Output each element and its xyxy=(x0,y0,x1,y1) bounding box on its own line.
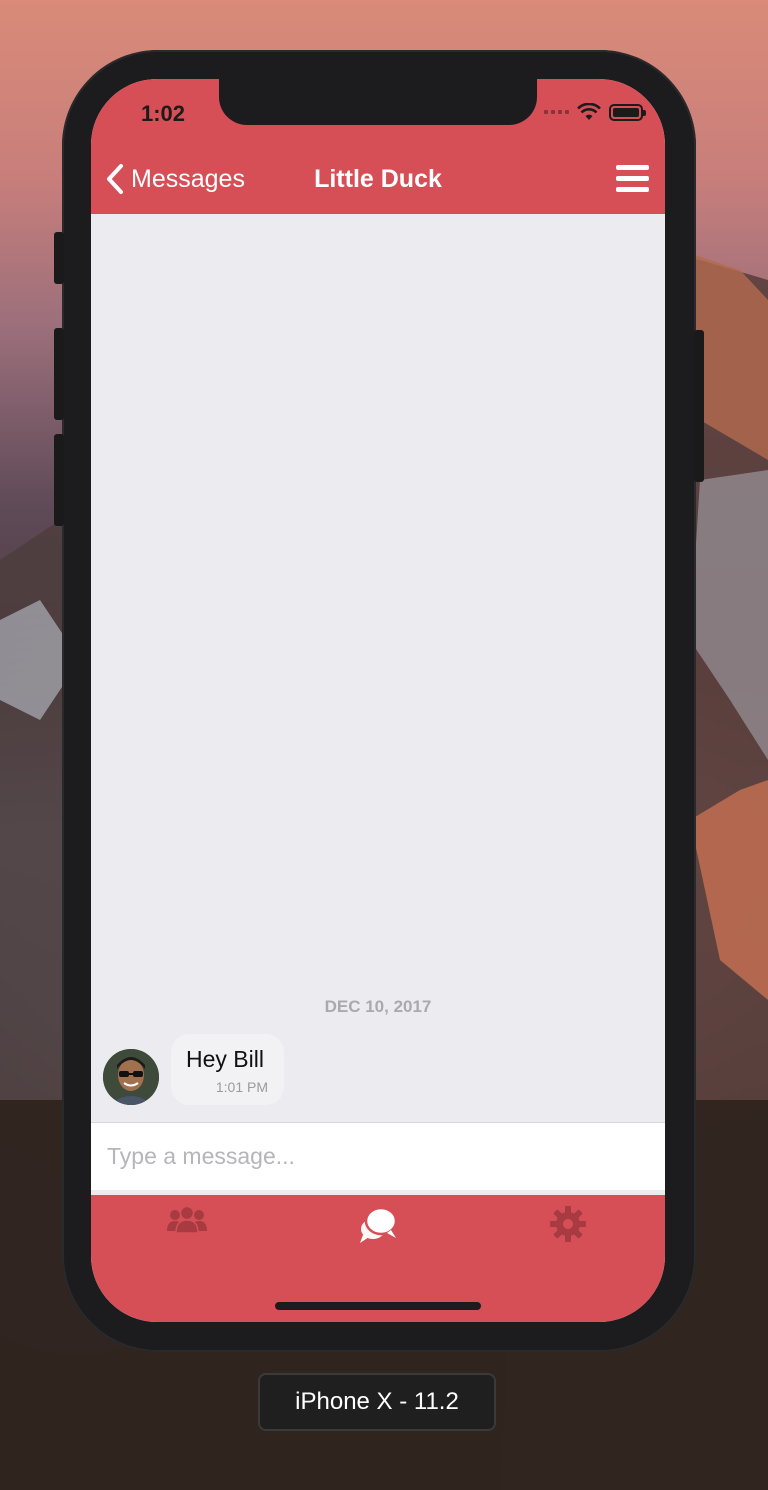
tab-bar xyxy=(91,1195,665,1322)
message-text: Hey Bill xyxy=(186,1046,264,1072)
tab-contacts[interactable] xyxy=(157,1205,217,1249)
avatar-photo xyxy=(103,1049,159,1105)
menu-icon xyxy=(616,165,649,170)
people-icon xyxy=(167,1205,207,1234)
volume-down-button xyxy=(54,434,64,526)
wifi-icon xyxy=(577,103,601,120)
message-input[interactable] xyxy=(91,1123,665,1189)
tab-messages[interactable] xyxy=(348,1205,408,1249)
volume-up-button xyxy=(54,328,64,420)
message-composer xyxy=(91,1122,665,1190)
app-screen: 1:02 Messages Little Duck DEC 10, 2017 H… xyxy=(91,79,665,1322)
simulator-device-label: iPhone X - 11.2 xyxy=(258,1373,496,1431)
battery-icon xyxy=(609,103,646,121)
notch xyxy=(219,79,537,125)
menu-button[interactable] xyxy=(616,165,649,193)
status-time: 1:02 xyxy=(141,101,186,126)
home-indicator[interactable] xyxy=(275,1302,481,1310)
date-separator: DEC 10, 2017 xyxy=(324,997,432,1016)
message-bubble[interactable]: Hey Bill 1:01 PM xyxy=(171,1034,284,1105)
tab-settings[interactable] xyxy=(538,1205,598,1249)
message-list[interactable]: DEC 10, 2017 Hey Bill 1:01 PM xyxy=(91,214,665,1122)
message-time: 1:01 PM xyxy=(215,1079,268,1095)
avatar[interactable] xyxy=(103,1049,159,1105)
chat-bubbles-icon xyxy=(360,1206,398,1243)
gear-icon xyxy=(550,1206,586,1242)
navigation-bar: 1:02 Messages Little Duck xyxy=(91,79,665,214)
signal-icon xyxy=(544,110,569,114)
power-button xyxy=(694,330,704,482)
status-icons xyxy=(544,103,646,121)
conversation-title: Little Duck xyxy=(314,165,442,193)
mute-switch xyxy=(54,232,64,284)
